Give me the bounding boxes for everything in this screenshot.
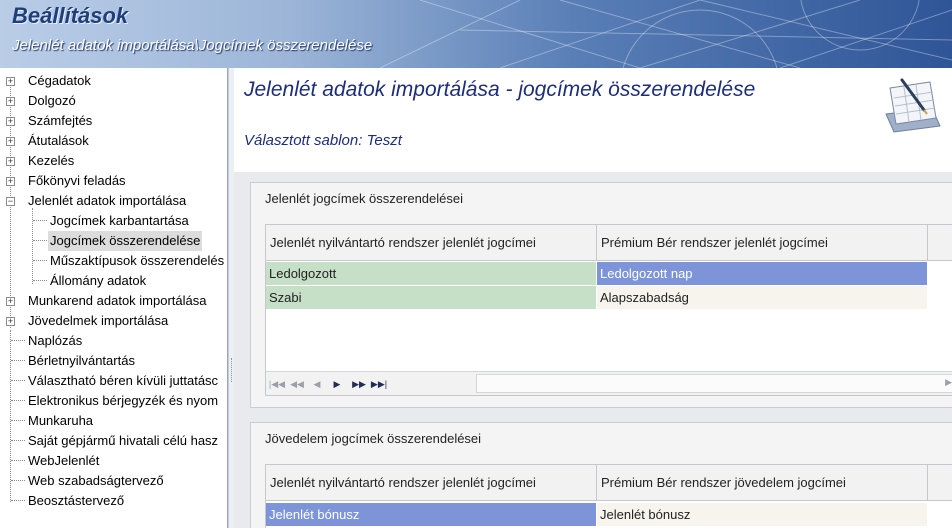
selected-template: Választott sablon: Teszt bbox=[244, 132, 402, 149]
expand-icon[interactable]: + bbox=[6, 297, 15, 306]
sidebar-item-munkarend-import[interactable]: + Munkarend adatok importálása bbox=[0, 291, 227, 311]
sidebar-item-label: Munkarend adatok importálása bbox=[28, 293, 207, 308]
sidebar-item-label: Kezelés bbox=[28, 153, 75, 168]
sidebar-item-label: Dolgozó bbox=[28, 93, 76, 108]
sidebar-item-beosztastervezo[interactable]: Beosztástervező bbox=[0, 491, 227, 511]
breadcrumb: Jelenlét adatok importálása\Jogcímek öss… bbox=[12, 37, 373, 54]
header-banner: Beállítások Jelenlét adatok importálása\… bbox=[0, 0, 952, 68]
sidebar-item-label: Cégadatok bbox=[28, 73, 91, 88]
sidebar-item-naplozas[interactable]: Naplózás bbox=[0, 331, 227, 351]
sidebar-item-label: Számfejtés bbox=[28, 113, 93, 128]
grid-navigator: |◀◀ ◀◀ ◀ ▶ ▶▶ ▶▶| ▶ bbox=[266, 371, 952, 395]
table-cell[interactable]: Jelenlét bónusz bbox=[597, 503, 927, 526]
attendance-mapping-grid[interactable]: Jelenlét nyilvántartó rendszer jelenlét … bbox=[265, 224, 952, 396]
app-title: Beállítások bbox=[12, 3, 129, 28]
column-header[interactable]: Prémium Bér rendszer jövedelem jogcímei bbox=[597, 465, 927, 501]
expand-icon[interactable]: + bbox=[6, 97, 15, 106]
panel-title: Jövedelem jogcímek összerendelései bbox=[265, 431, 482, 446]
column-header[interactable]: Jelenlét nyilvántartó rendszer jelenlét … bbox=[266, 225, 596, 261]
sidebar-item-web-szabadsagtervezo[interactable]: Web szabadságtervező bbox=[0, 471, 227, 491]
next-page-icon[interactable]: ▶▶ bbox=[350, 376, 368, 392]
content-background: Jelenlét jogcímek összerendelései Jelenl… bbox=[234, 172, 952, 528]
next-icon[interactable]: ▶ bbox=[328, 376, 346, 392]
table-row[interactable]: Szabi Alapszabadság bbox=[266, 286, 952, 309]
last-icon[interactable]: ▶▶| bbox=[370, 376, 388, 392]
column-header[interactable]: Prémium Bér rendszer jelenlét jogcímei bbox=[597, 225, 927, 261]
sidebar-item-jovedelmek-import[interactable]: + Jövedelmek importálása bbox=[0, 311, 227, 331]
sidebar-item-berletnyilvantartas[interactable]: Bérletnyilvántartás bbox=[0, 351, 227, 371]
sidebar-item-webjelenlet[interactable]: WebJelenlét bbox=[0, 451, 227, 471]
table-cell[interactable]: Jelenlét bónusz bbox=[266, 503, 596, 526]
sidebar-item-atutalasok[interactable]: + Átutalások bbox=[0, 131, 227, 151]
sidebar-item-cegadatok[interactable]: + Cégadatok bbox=[0, 71, 227, 91]
expand-icon[interactable]: + bbox=[6, 157, 15, 166]
table-cell[interactable]: Alapszabadság bbox=[597, 286, 927, 309]
income-mapping-grid[interactable]: Jelenlét nyilvántartó rendszer jelenlét … bbox=[265, 464, 952, 528]
sidebar-item-jelenlet-import[interactable]: − Jelenlét adatok importálása bbox=[0, 191, 227, 211]
table-cell[interactable]: Ledolgozott bbox=[266, 262, 596, 285]
grid-header: Jelenlét nyilvántartó rendszer jelenlét … bbox=[266, 225, 952, 261]
sidebar-item-jogcimek-karbantartasa[interactable]: Jogcímek karbantartása bbox=[0, 211, 227, 231]
sidebar-item-valaszthato-juttatas[interactable]: Választható béren kívüli juttatásc bbox=[0, 371, 227, 391]
collapse-icon[interactable]: − bbox=[6, 197, 15, 206]
table-row[interactable]: Ledolgozott Ledolgozott nap bbox=[266, 262, 952, 285]
page-title: Jelenlét adatok importálása - jogcímek ö… bbox=[244, 78, 756, 101]
sidebar-item-label: WebJelenlét bbox=[28, 453, 100, 468]
sidebar-item-elektronikus-berjegyzek[interactable]: Elektronikus bérjegyzék és nyom bbox=[0, 391, 227, 411]
expand-icon[interactable]: + bbox=[6, 137, 15, 146]
sidebar-item-label: Átutalások bbox=[28, 133, 89, 148]
sidebar-item-sajat-gepjarmu[interactable]: Saját gépjármű hivatali célú hasz bbox=[0, 431, 227, 451]
sidebar-item-label: Naplózás bbox=[28, 333, 83, 348]
prev-icon[interactable]: ◀ bbox=[308, 376, 326, 392]
sidebar-item-dolgozo[interactable]: + Dolgozó bbox=[0, 91, 227, 111]
banner-decoration bbox=[379, 0, 952, 68]
sidebar-item-label: Jogcímek karbantartása bbox=[50, 213, 189, 228]
sidebar-item-fokonyvi-feladas[interactable]: + Főkönyvi feladás bbox=[0, 171, 227, 191]
sidebar-item-munkaruha[interactable]: Munkaruha bbox=[0, 411, 227, 431]
sidebar-item-label: Web szabadságtervező bbox=[28, 473, 164, 488]
sidebar-item-label: Beosztástervező bbox=[28, 493, 125, 508]
sidebar-item-muszaktipusok[interactable]: Műszaktípusok összerendelés bbox=[0, 251, 227, 271]
column-header[interactable]: Jelenlét nyilvántartó rendszer jelenlét … bbox=[266, 465, 596, 501]
sidebar-item-label: Műszaktípusok összerendelés bbox=[50, 253, 225, 268]
expand-icon[interactable]: + bbox=[6, 317, 15, 326]
table-cell[interactable]: Ledolgozott nap bbox=[597, 262, 927, 285]
table-cell[interactable]: Szabi bbox=[266, 286, 596, 309]
first-icon[interactable]: |◀◀ bbox=[268, 376, 286, 392]
expand-icon[interactable]: + bbox=[6, 177, 15, 186]
main-content: Jelenlét adatok importálása - jogcímek ö… bbox=[234, 68, 952, 528]
sidebar-item-label: Jövedelmek importálása bbox=[28, 313, 169, 328]
calendar-pen-icon bbox=[885, 78, 941, 133]
income-mapping-panel: Jövedelem jogcímek összerendelései Jelen… bbox=[250, 422, 952, 528]
sidebar-item-label: Jelenlét adatok importálása bbox=[28, 193, 187, 208]
grid-header: Jelenlét nyilvántartó rendszer jelenlét … bbox=[266, 465, 952, 501]
sidebar-item-label: Elektronikus bérjegyzék és nyom bbox=[28, 393, 219, 408]
splitter-grip[interactable] bbox=[231, 358, 233, 382]
sidebar-item-label: Választható béren kívüli juttatásc bbox=[28, 373, 219, 388]
sidebar-item-label: Állomány adatok bbox=[50, 273, 147, 288]
sidebar-item-allomany-adatok[interactable]: Állomány adatok bbox=[0, 271, 227, 291]
sidebar-item-label: Bérletnyilvántartás bbox=[28, 353, 135, 368]
table-row[interactable]: Jelenlét bónusz Jelenlét bónusz bbox=[266, 503, 952, 526]
sidebar-item-label: Főkönyvi feladás bbox=[28, 173, 126, 188]
expand-icon[interactable]: + bbox=[6, 77, 15, 86]
panel-title: Jelenlét jogcímek összerendelései bbox=[265, 191, 463, 206]
sidebar-item-szamfejtes[interactable]: + Számfejtés bbox=[0, 111, 227, 131]
prev-page-icon[interactable]: ◀◀ bbox=[288, 376, 306, 392]
sidebar-item-jogcimek-osszerendelese[interactable]: Jogcímek összerendelése bbox=[0, 231, 227, 251]
expand-icon[interactable]: + bbox=[6, 117, 15, 126]
sidebar-tree[interactable]: + Cégadatok + Dolgozó + Számfejtés + Átu… bbox=[0, 68, 228, 528]
sidebar-item-label: Munkaruha bbox=[28, 413, 94, 428]
horizontal-scrollbar[interactable]: ▶ bbox=[476, 374, 952, 393]
sidebar-item-label: Saját gépjármű hivatali célú hasz bbox=[28, 433, 219, 448]
attendance-mapping-panel: Jelenlét jogcímek összerendelései Jelenl… bbox=[250, 182, 952, 408]
scroll-right-icon[interactable]: ▶ bbox=[945, 377, 952, 388]
sidebar-item-label: Jogcímek összerendelése bbox=[48, 231, 203, 251]
sidebar-item-kezeles[interactable]: + Kezelés bbox=[0, 151, 227, 171]
